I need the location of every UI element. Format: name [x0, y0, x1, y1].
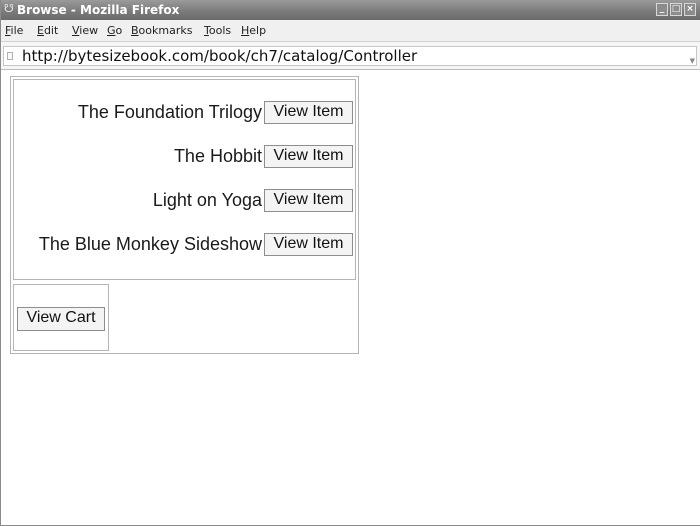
view-item-button[interactable]: View Item — [264, 233, 353, 256]
maximize-icon[interactable]: □ — [670, 3, 682, 16]
menu-bar: File Edit View Go Bookmarks Tools Help — [1, 20, 700, 42]
list-item: The Blue Monkey Sideshow View Item — [14, 232, 355, 256]
menu-view[interactable]: View — [72, 20, 98, 42]
menu-tools[interactable]: Tools — [204, 20, 231, 42]
list-item: The Hobbit View Item — [14, 144, 355, 168]
address-bar: http://bytesizebook.com/book/ch7/catalog… — [1, 42, 700, 70]
menu-go[interactable]: Go — [107, 20, 122, 42]
firefox-icon: ☋ — [4, 2, 14, 15]
url-input[interactable]: http://bytesizebook.com/book/ch7/catalog… — [3, 46, 697, 66]
browser-window: ☋ Browse - Mozilla Firefox _ □ × File Ed… — [0, 0, 700, 526]
item-title: The Foundation Trilogy — [77, 102, 262, 122]
url-text: http://bytesizebook.com/book/ch7/catalog… — [22, 47, 418, 65]
chevron-down-icon[interactable]: ▼ — [690, 52, 695, 65]
close-icon[interactable]: × — [684, 3, 696, 16]
menu-edit[interactable]: Edit — [37, 20, 58, 42]
menu-help[interactable]: Help — [241, 20, 266, 42]
minimize-icon[interactable]: _ — [656, 3, 668, 16]
item-title: The Hobbit — [173, 146, 262, 166]
menu-file[interactable]: File — [5, 20, 23, 42]
item-title: Light on Yoga — [152, 190, 262, 210]
view-item-button[interactable]: View Item — [264, 101, 353, 124]
window-title: Browse - Mozilla Firefox — [17, 3, 180, 17]
list-item: The Foundation Trilogy View Item — [14, 100, 355, 124]
view-cart-button[interactable]: View Cart — [17, 307, 105, 331]
view-item-button[interactable]: View Item — [264, 189, 353, 212]
title-bar[interactable]: ☋ Browse - Mozilla Firefox _ □ × — [1, 0, 700, 20]
list-item: Light on Yoga View Item — [14, 188, 355, 212]
view-item-button[interactable]: View Item — [264, 145, 353, 168]
cart-cell: View Cart — [13, 284, 109, 351]
page-icon — [7, 52, 13, 60]
items-cell: The Foundation Trilogy View Item The Hob… — [13, 79, 356, 280]
page-content: The Foundation Trilogy View Item The Hob… — [1, 71, 700, 525]
catalog-table: The Foundation Trilogy View Item The Hob… — [10, 76, 359, 354]
item-title: The Blue Monkey Sideshow — [38, 234, 262, 254]
menu-bookmarks[interactable]: Bookmarks — [131, 20, 192, 42]
